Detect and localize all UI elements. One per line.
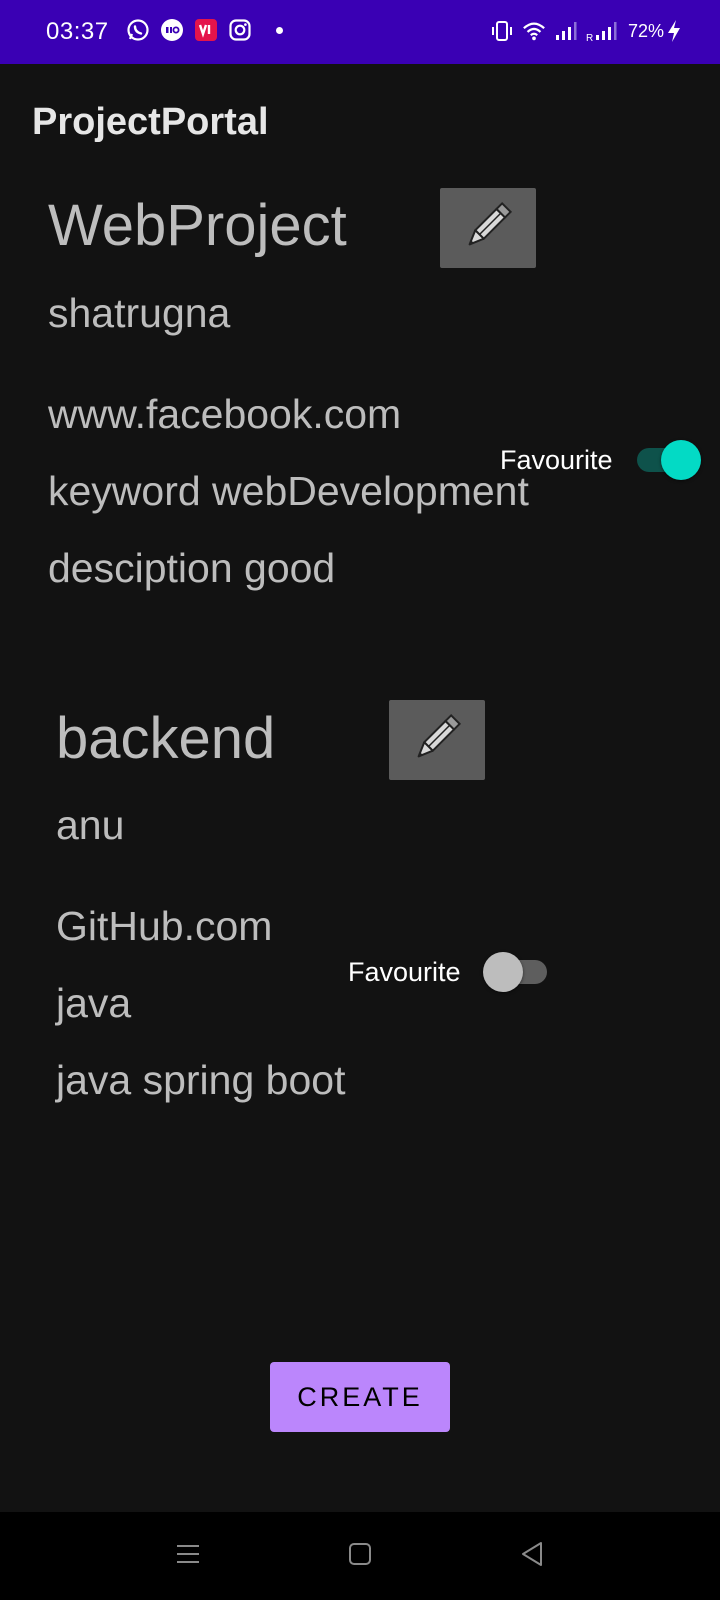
vibrate-icon [490,19,514,43]
project-description: java spring boot [56,1057,346,1103]
home-icon[interactable] [340,1534,380,1574]
project-keyword: keyword webDevelopment [48,468,529,514]
favourite-row: Favourite [348,952,549,992]
edit-project-button[interactable] [389,700,485,780]
pencil-icon [407,708,467,773]
status-time: 03:37 [46,18,109,45]
instagram-icon [228,18,252,42]
favourite-label: Favourite [500,445,613,475]
project-name: backend [56,706,276,771]
charging-icon [666,19,682,43]
pencil-icon [458,196,518,261]
project-url: GitHub.com [56,903,273,949]
favourite-label: Favourite [348,957,461,987]
favourite-toggle[interactable] [635,440,701,480]
project-owner: anu [56,802,125,848]
jio-icon [160,18,184,42]
roaming-signal-icon: R [586,19,620,43]
project-url: www.facebook.com [48,391,402,437]
project-name: WebProject [48,193,347,258]
project-keyword: java [56,980,132,1026]
favourite-toggle[interactable] [482,952,549,992]
favourite-row: Favourite [500,440,701,480]
edit-project-button[interactable] [440,188,536,268]
system-icons: R 72% [490,17,682,45]
roaming-label: R [586,33,593,43]
app-title: ProjectPortal [32,101,269,143]
notification-icons [126,18,283,42]
back-icon[interactable] [512,1534,552,1574]
menu-icon[interactable] [168,1534,208,1574]
whatsapp-icon [126,18,150,42]
project-owner: shatrugna [48,290,231,336]
battery-percentage: 72% [627,21,664,41]
status-bar: 03:37 R 72% [0,0,720,64]
vi-icon [194,18,218,42]
signal-icon [554,19,578,43]
navigation-bar [0,1512,720,1600]
project-description: desciption good [48,545,336,591]
screen: 03:37 R 72% ProjectPortal WebProject sha… [0,0,720,1600]
wifi-icon [522,19,546,43]
notification-dot-icon [276,26,283,34]
toggle-thumb [660,440,701,480]
toggle-thumb [482,952,523,992]
create-button[interactable]: CREATE [270,1362,450,1432]
